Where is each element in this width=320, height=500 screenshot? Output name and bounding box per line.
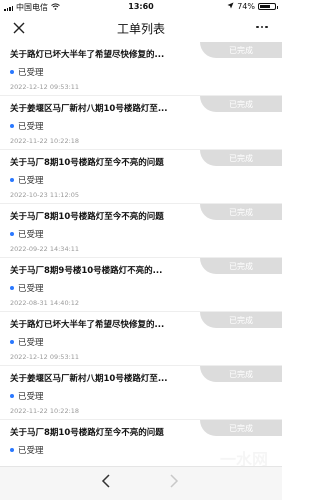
list-item[interactable]: 关于姜堰区马厂新村八期10号楼路灯至... 已受理 2022-11-22 10:22… bbox=[0, 366, 282, 420]
battery-group: 74% bbox=[227, 2, 278, 11]
item-date: 2022-09-22 14:34:11 bbox=[10, 245, 80, 253]
status-dot-icon bbox=[10, 394, 14, 398]
status-dot-icon bbox=[10, 124, 14, 128]
completed-badge: 已完成 bbox=[200, 96, 282, 112]
item-title: 关于马厂8期10号楼路灯至今不亮的问题 bbox=[10, 212, 164, 222]
status-label: 已受理 bbox=[18, 230, 44, 240]
bottom-toolbar bbox=[0, 466, 282, 500]
completed-badge: 已完成 bbox=[200, 150, 282, 166]
completed-badge: 已完成 bbox=[200, 204, 282, 220]
item-date: 2022-12-12 09:53:11 bbox=[10, 83, 80, 91]
item-title: 关于路灯已坏大半年了希望尽快修复的... bbox=[10, 50, 165, 60]
list-item[interactable]: 关于马厂8期10号楼路灯至今不亮的问题已受理 2022-10-23 11:12:0… bbox=[0, 150, 282, 204]
item-date: 2022-11-22 10:22:18 bbox=[10, 407, 80, 415]
completed-badge: 已完成 bbox=[200, 258, 282, 274]
status-dot-icon bbox=[10, 286, 14, 290]
status-label: 已受理 bbox=[18, 284, 44, 294]
status-label: 已受理 bbox=[18, 338, 44, 348]
list-item[interactable]: 关于路灯已坏大半年了希望尽快修复的... 已受理 2022-12-12 09:53:… bbox=[0, 42, 282, 96]
status-dot-icon bbox=[10, 340, 14, 344]
list-item[interactable]: 关于马厂8期10号楼路灯至今不亮的问题已受理 2022-09-22 14:34:1… bbox=[0, 204, 282, 258]
item-date: 2022-12-12 09:53:11 bbox=[10, 353, 80, 361]
more-icon[interactable] bbox=[252, 19, 272, 35]
status-label: 已受理 bbox=[18, 392, 44, 402]
completed-badge: 已完成 bbox=[200, 312, 282, 328]
item-status: 已受理 bbox=[10, 390, 44, 402]
item-date: 2022-10-23 11:12:05 bbox=[10, 191, 80, 199]
status-dot-icon bbox=[10, 70, 14, 74]
item-status: 已受理 bbox=[10, 174, 44, 186]
item-status: 已受理 bbox=[10, 336, 44, 348]
status-label: 已受理 bbox=[18, 446, 44, 456]
item-status: 已受理 bbox=[10, 444, 44, 456]
item-date: 2022-11-22 10:22:18 bbox=[10, 137, 80, 145]
list-item[interactable]: 关于路灯已坏大半年了希望尽快修复的... 已受理 2022-12-12 09:53:… bbox=[0, 312, 282, 366]
battery-percent: 74% bbox=[237, 2, 255, 11]
status-label: 已受理 bbox=[18, 176, 44, 186]
status-bar: 中国电信 13:60 74% bbox=[0, 0, 282, 15]
item-title: 关于姜堰区马厂新村八期10号楼路灯至... bbox=[10, 374, 168, 384]
nav-bar: 工单列表 bbox=[0, 15, 282, 42]
list-item[interactable]: 关于姜堰区马厂新村八期10号楼路灯至... 已受理 2022-11-22 10:22… bbox=[0, 96, 282, 150]
item-title: 关于姜堰区马厂新村八期10号楼路灯至... bbox=[10, 104, 168, 114]
work-order-list: 关于路灯已坏大半年了希望尽快修复的... 已受理 2022-12-12 09:53:… bbox=[0, 42, 282, 466]
page-title: 工单列表 bbox=[116, 22, 165, 36]
item-status: 已受理 bbox=[10, 120, 44, 132]
item-status: 已受理 bbox=[10, 66, 44, 78]
status-label: 已受理 bbox=[18, 122, 44, 132]
item-status: 已受理 bbox=[10, 282, 44, 294]
item-title: 关于马厂8期10号楼路灯至今不亮的问题 bbox=[10, 428, 164, 438]
location-icon bbox=[227, 2, 234, 11]
item-title: 关于马厂8期10号楼路灯至今不亮的问题 bbox=[10, 158, 164, 168]
completed-badge: 已完成 bbox=[200, 42, 282, 58]
battery-fill bbox=[260, 5, 270, 8]
status-dot-icon bbox=[10, 448, 14, 452]
list-item[interactable]: 关于马厂8期9号楼10号楼路灯不亮的... 已受理 2022-08-31 14:40… bbox=[0, 258, 282, 312]
forward-arrow-icon[interactable] bbox=[168, 473, 180, 494]
completed-badge: 已完成 bbox=[200, 420, 282, 436]
battery-icon bbox=[258, 3, 278, 10]
item-title: 关于路灯已坏大半年了希望尽快修复的... bbox=[10, 320, 165, 330]
status-dot-icon bbox=[10, 232, 14, 236]
status-label: 已受理 bbox=[18, 68, 44, 78]
item-status: 已受理 bbox=[10, 228, 44, 240]
item-date: 2022-08-31 14:40:12 bbox=[10, 299, 80, 307]
completed-badge: 已完成 bbox=[200, 366, 282, 382]
back-arrow-icon[interactable] bbox=[100, 473, 112, 494]
status-dot-icon bbox=[10, 178, 14, 182]
item-title: 关于马厂8期9号楼10号楼路灯不亮的... bbox=[10, 266, 163, 276]
